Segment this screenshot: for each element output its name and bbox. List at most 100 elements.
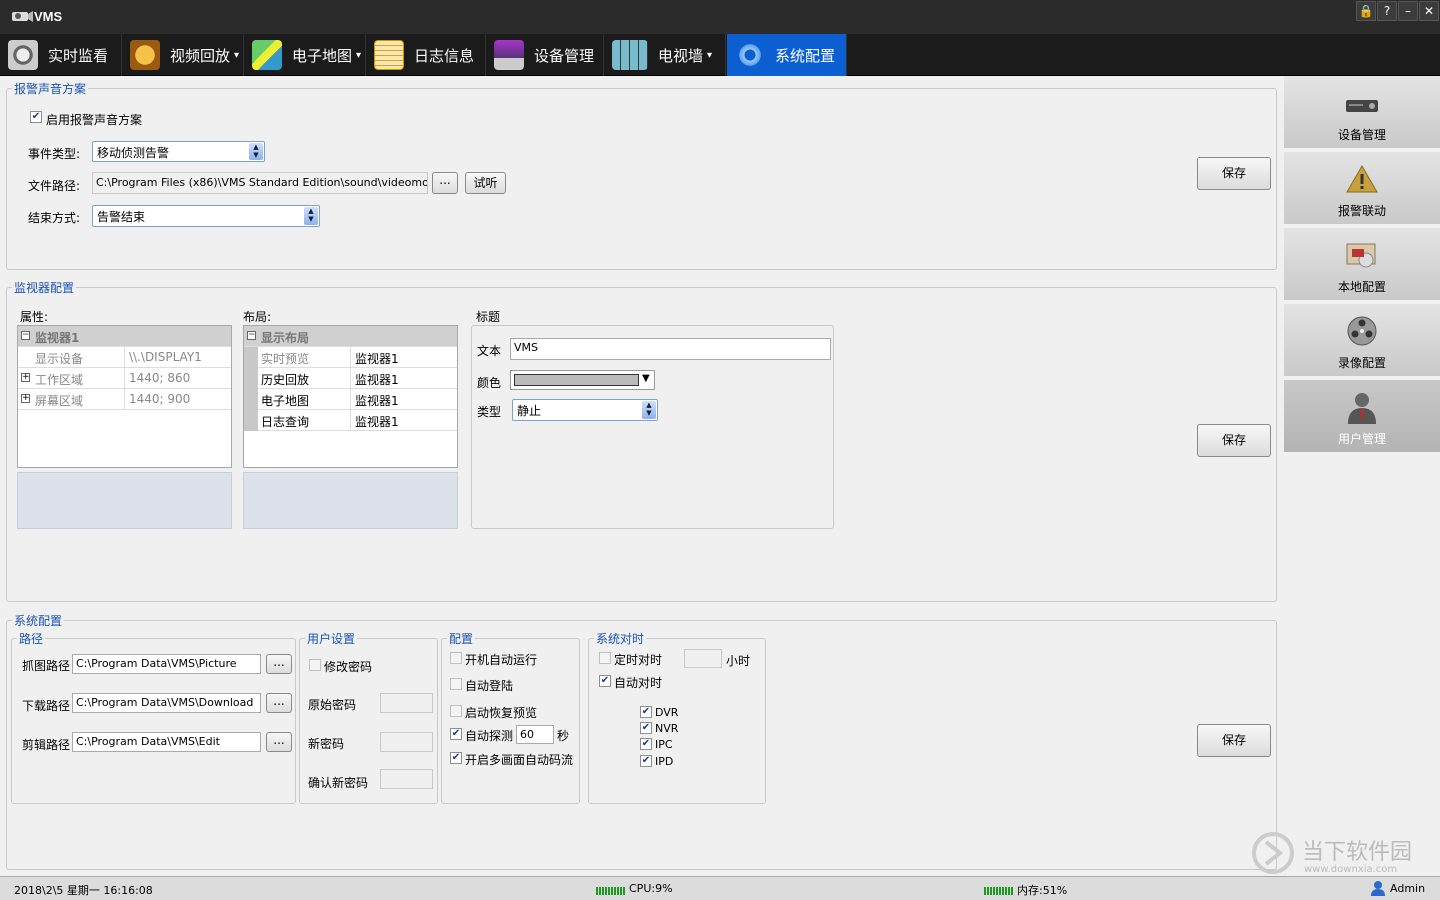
snapshot-browse-button[interactable]: ... — [266, 654, 292, 674]
collapse-icon[interactable]: − — [247, 331, 256, 340]
seconds-label: 秒 — [557, 729, 570, 743]
menu-playback[interactable]: 视频回放 ▾ — [122, 34, 244, 76]
tv-wall-icon — [612, 40, 648, 70]
row-gutter — [244, 347, 258, 431]
cpu-meter-bar — [596, 886, 626, 895]
properties-header-row[interactable]: − 监视器1 — [18, 326, 231, 347]
chevron-down-icon: ▼ — [642, 373, 650, 384]
property-name: 显示设备 — [35, 352, 84, 366]
sidebar-item-alarm-link[interactable]: 报警联动 — [1284, 152, 1440, 226]
menu-log[interactable]: 日志信息 — [366, 34, 486, 76]
event-type-label: 事件类型: — [28, 147, 81, 161]
current-user[interactable]: Admin — [1390, 882, 1425, 895]
memory-usage: 内存:51% — [1017, 884, 1068, 897]
watermark-text: 当下软件园 — [1302, 840, 1413, 865]
menu-live-view[interactable]: 实时监看 — [0, 34, 122, 76]
spin-arrows-icon: ▲ ▼ — [249, 143, 263, 160]
minimize-button[interactable]: – — [1398, 1, 1418, 21]
end-mode-select[interactable]: 告警结束 ▲ ▼ — [92, 205, 320, 227]
event-type-value: 移动侦测告警 — [97, 146, 170, 160]
menu-system-config[interactable]: 系统配置 — [727, 34, 847, 76]
properties-header: 监视器1 — [35, 331, 80, 345]
menu-label: 实时监看 — [48, 46, 109, 65]
sidebar-item-label: 报警联动 — [1337, 204, 1386, 218]
menu-device[interactable]: 设备管理 — [486, 34, 604, 76]
old-password-label: 原始密码 — [308, 698, 357, 712]
system-save-button[interactable]: 保存 — [1197, 724, 1271, 757]
chevron-down-icon: ▾ — [234, 49, 240, 61]
caption-text-label: 文本 — [477, 344, 502, 358]
new-password-input[interactable] — [380, 732, 433, 752]
dvr-checkbox[interactable]: ✔ — [640, 706, 652, 718]
layout-name: 历史回放 — [261, 373, 310, 387]
spin-arrows-icon: ▲ ▼ — [642, 401, 656, 419]
restore-preview-checkbox[interactable] — [450, 705, 462, 717]
end-mode-value: 告警结束 — [97, 210, 146, 224]
file-path-label: 文件路径: — [28, 179, 81, 193]
help-icon: ? — [1383, 4, 1391, 18]
file-browse-button[interactable]: ... — [432, 172, 458, 194]
nvr-checkbox[interactable]: ✔ — [640, 722, 652, 734]
sync-hours-input[interactable] — [684, 649, 722, 668]
layout-header-row[interactable]: − 显示布局 — [244, 326, 457, 347]
monitor-save-button[interactable]: 保存 — [1197, 424, 1271, 457]
change-password-checkbox[interactable] — [309, 659, 321, 671]
menu-label: 电视墙 — [658, 46, 704, 65]
menu-emap[interactable]: 电子地图 ▾ — [244, 34, 366, 76]
auto-sync-label: 自动对时 — [614, 676, 663, 690]
expand-icon[interactable]: + — [21, 394, 30, 403]
app-logo-icon — [12, 11, 33, 22]
help-button[interactable]: ? — [1377, 1, 1397, 21]
download-path-input[interactable]: C:\Program Data\VMS\Download — [72, 693, 261, 713]
color-swatch — [514, 374, 639, 386]
restore-preview-label: 启动恢复预览 — [465, 706, 538, 720]
minimize-icon: – — [1405, 4, 1411, 18]
auto-detect-input[interactable]: 60 — [516, 725, 554, 744]
snapshot-path-input[interactable]: C:\Program Data\VMS\Picture — [72, 654, 261, 674]
old-password-input[interactable] — [380, 693, 433, 713]
snapshot-path-label: 抓图路径 — [22, 659, 71, 673]
menu-tvwall[interactable]: 电视墙 ▾ — [604, 34, 726, 76]
clip-browse-button[interactable]: ... — [266, 732, 292, 752]
column-divider — [350, 347, 351, 431]
alarm-icon — [1346, 164, 1378, 193]
lock-icon: 🔒 — [1358, 4, 1374, 18]
chevron-down-icon: ▾ — [707, 49, 713, 61]
user-icon — [1371, 881, 1385, 896]
auto-sync-checkbox[interactable]: ✔ — [599, 675, 611, 687]
close-button[interactable]: ✕ — [1419, 1, 1439, 21]
caption-type-select[interactable]: 静止 ▲ ▼ — [512, 399, 658, 421]
close-icon: ✕ — [1423, 4, 1435, 18]
autorun-checkbox[interactable] — [450, 652, 462, 664]
autologin-checkbox[interactable] — [450, 678, 462, 690]
sidebar-item-device-manage[interactable]: 设备管理 — [1284, 76, 1440, 150]
color-picker[interactable]: ▼ — [510, 370, 655, 390]
menu-label: 日志信息 — [414, 46, 475, 65]
enable-alarm-checkbox[interactable]: ✔ — [30, 111, 42, 123]
listen-button[interactable]: 试听 — [465, 172, 506, 194]
expand-icon[interactable]: + — [21, 373, 30, 382]
file-path-input[interactable]: C:\Program Files (x86)\VMS Standard Edit… — [92, 172, 428, 194]
sidebar-item-user-manage[interactable]: 用户管理 — [1284, 380, 1440, 454]
multi-stream-checkbox[interactable]: ✔ — [450, 752, 462, 764]
lock-button[interactable]: 🔒 — [1356, 1, 1376, 21]
clip-path-input[interactable]: C:\Program Data\VMS\Edit — [72, 732, 261, 752]
ipc-checkbox[interactable]: ✔ — [640, 738, 652, 750]
confirm-password-input[interactable] — [380, 769, 433, 789]
timed-sync-checkbox[interactable] — [599, 652, 611, 664]
ipd-label: IPD — [655, 755, 674, 768]
property-name: 工作区域 — [35, 373, 84, 387]
caption-text-input[interactable]: VMS — [510, 338, 831, 360]
chevron-down-icon: ▾ — [356, 49, 362, 61]
local-config-icon — [1346, 243, 1376, 268]
sidebar-item-local-config[interactable]: 本地配置 — [1284, 228, 1440, 302]
ipd-checkbox[interactable]: ✔ — [640, 755, 652, 767]
auto-detect-checkbox[interactable]: ✔ — [450, 728, 462, 740]
alarm-save-button[interactable]: 保存 — [1197, 157, 1271, 190]
layout-description-panel — [243, 472, 458, 529]
sidebar-item-record-config[interactable]: 录像配置 — [1284, 304, 1440, 378]
event-type-select[interactable]: 移动侦测告警 ▲ ▼ — [92, 141, 265, 162]
collapse-icon[interactable]: − — [21, 331, 30, 340]
status-datetime: 2018\2\5 星期一 16:16:08 — [14, 884, 153, 897]
download-browse-button[interactable]: ... — [266, 693, 292, 713]
